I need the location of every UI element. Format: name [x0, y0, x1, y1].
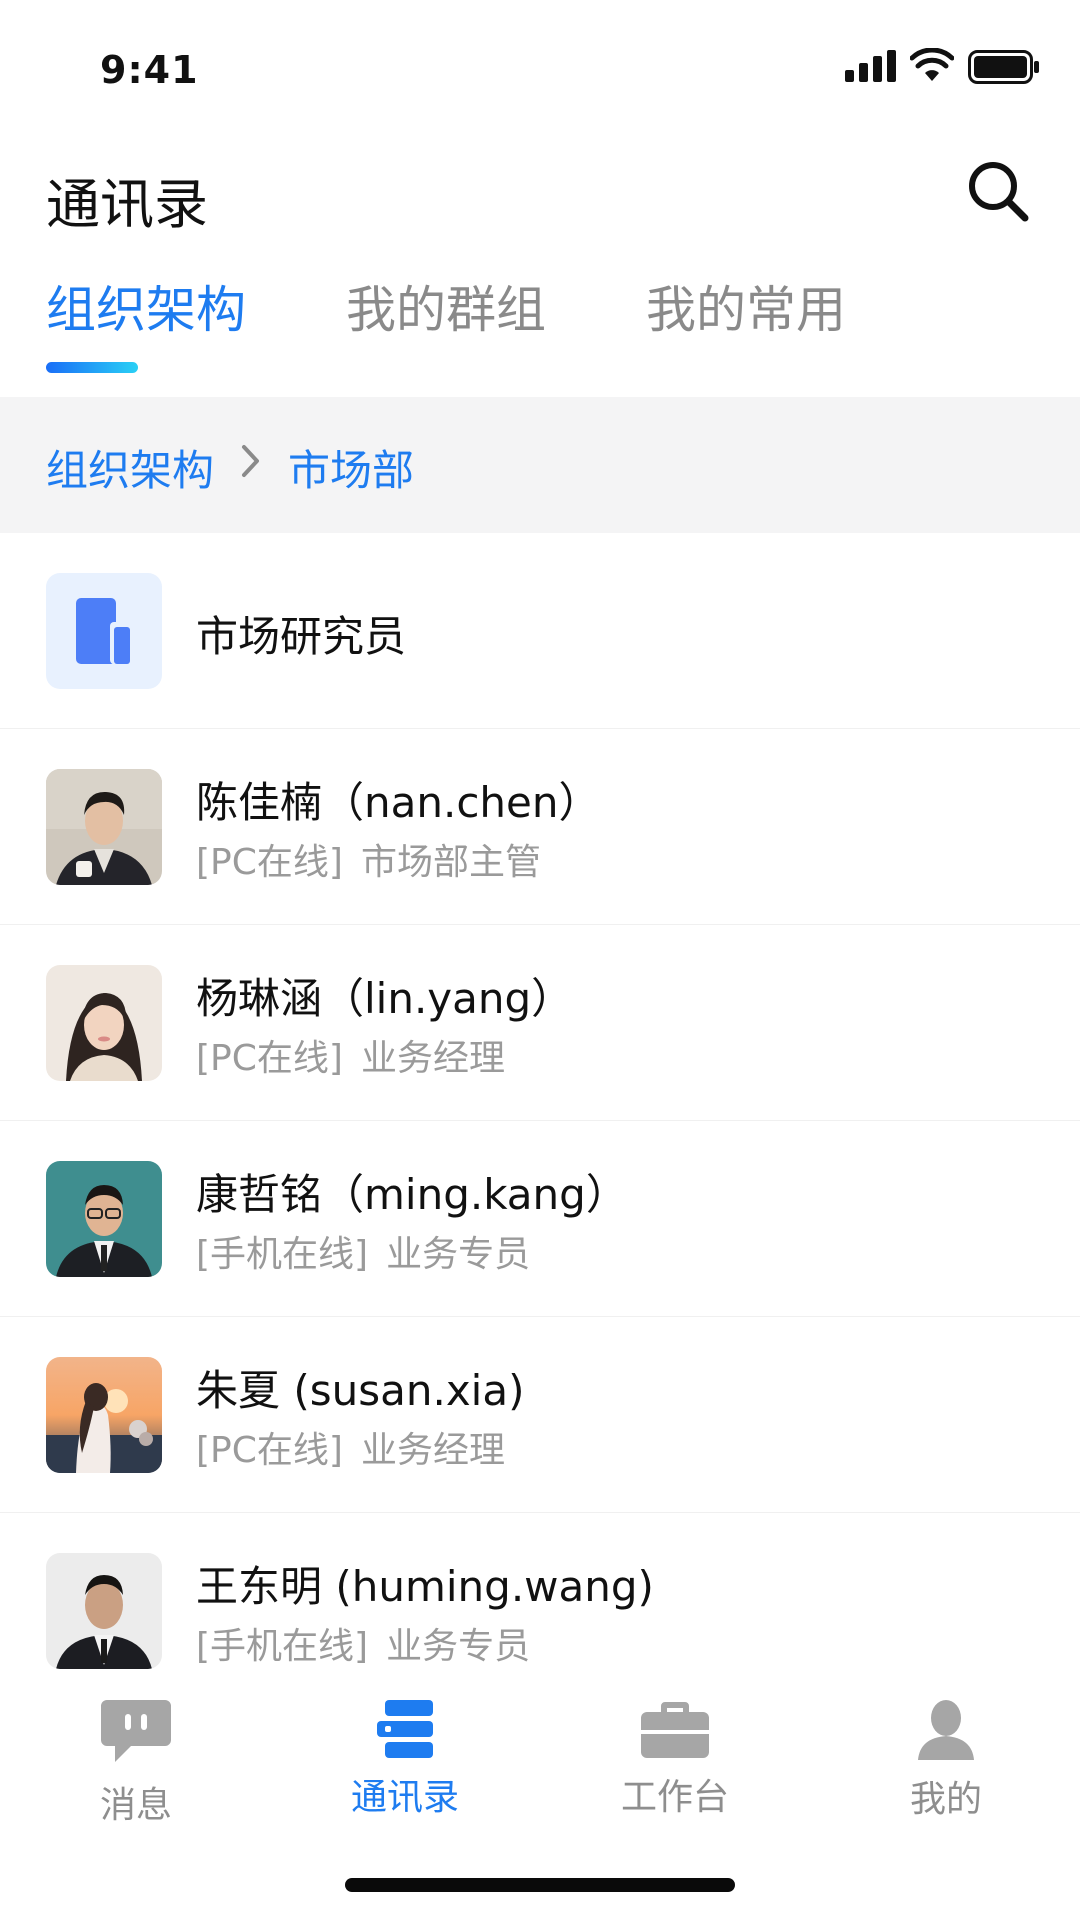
nav-label: 我的 [909, 1779, 982, 1820]
person-icon [918, 1700, 974, 1760]
contact-role: 市场部主管 [360, 842, 541, 883]
contact-meta: [手机在线] 业务专员 [196, 1225, 530, 1277]
contact-name: 陈佳楠（nan.chen） [196, 778, 601, 827]
contacts-screen: 9:41 通讯录 组织架构 我的群组 我的常用 组织架构 市场部 市场研究员 陈… [0, 0, 1080, 1920]
contact-name: 王东明 (huming.wang) [196, 1562, 654, 1611]
contact-meta: [PC在线] 业务经理 [196, 1029, 505, 1081]
contact-role: 业务专员 [386, 1626, 531, 1667]
avatar [46, 1161, 162, 1277]
contact-name: 朱夏 (susan.xia) [196, 1366, 525, 1415]
contacts-icon [377, 1700, 433, 1758]
briefcase-icon [641, 1702, 709, 1758]
contact-name: 杨琳涵（lin.yang） [196, 974, 574, 1023]
contact-row[interactable]: 康哲铭（ming.kang） [手机在线] 业务专员 [0, 1121, 1080, 1317]
nav-label: 消息 [99, 1785, 172, 1826]
chat-bubble-icon [101, 1700, 171, 1762]
nav-contacts[interactable]: 通讯录 [305, 1700, 505, 1820]
search-icon[interactable] [965, 158, 1031, 224]
home-indicator [345, 1878, 735, 1892]
tab-organization[interactable]: 组织架构 [46, 270, 246, 342]
nav-label: 通讯录 [350, 1777, 459, 1818]
building-icon [46, 573, 162, 689]
contact-meta: [PC在线] 市场部主管 [196, 833, 541, 885]
contact-meta: [手机在线] 业务专员 [196, 1617, 530, 1669]
cellular-signal-icon [845, 50, 896, 82]
tab-bar: 组织架构 我的群组 我的常用 [0, 262, 1080, 380]
online-status: [PC在线] [196, 842, 343, 883]
battery-icon [968, 50, 1039, 84]
breadcrumb-current[interactable]: 市场部 [288, 437, 414, 498]
department-row[interactable]: 市场研究员 [0, 533, 1080, 729]
contact-row[interactable]: 朱夏 (susan.xia) [PC在线] 业务经理 [0, 1317, 1080, 1513]
online-status: [手机在线] [196, 1626, 369, 1667]
chevron-right-icon [242, 445, 259, 477]
contact-role: 业务经理 [360, 1038, 505, 1079]
contact-row[interactable]: 杨琳涵（lin.yang） [PC在线] 业务经理 [0, 925, 1080, 1121]
wifi-icon [910, 48, 954, 81]
department-name: 市场研究员 [196, 612, 407, 661]
avatar [46, 769, 162, 885]
nav-profile[interactable]: 我的 [846, 1700, 1046, 1822]
nav-workbench[interactable]: 工作台 [575, 1700, 775, 1820]
tab-my-frequent[interactable]: 我的常用 [646, 270, 846, 342]
contact-meta: [PC在线] 业务经理 [196, 1421, 505, 1473]
status-time: 9:41 [100, 48, 199, 92]
online-status: [PC在线] [196, 1430, 343, 1471]
breadcrumb: 组织架构 市场部 [0, 397, 1080, 533]
avatar [46, 965, 162, 1081]
contact-name: 康哲铭（ming.kang） [196, 1170, 628, 1219]
avatar [46, 1357, 162, 1473]
tab-my-groups[interactable]: 我的群组 [346, 270, 546, 342]
status-bar: 9:41 [0, 0, 1080, 140]
contact-row[interactable]: 陈佳楠（nan.chen） [PC在线] 市场部主管 [0, 729, 1080, 925]
avatar [46, 1553, 162, 1669]
nav-messages[interactable]: 消息 [36, 1700, 236, 1828]
nav-label: 工作台 [620, 1777, 729, 1818]
page-title: 通讯录 [46, 173, 208, 236]
contact-role: 业务专员 [386, 1234, 531, 1275]
online-status: [PC在线] [196, 1038, 343, 1079]
online-status: [手机在线] [196, 1234, 369, 1275]
active-tab-indicator [46, 362, 138, 373]
breadcrumb-root[interactable]: 组织架构 [46, 437, 214, 498]
contact-role: 业务经理 [360, 1430, 505, 1471]
